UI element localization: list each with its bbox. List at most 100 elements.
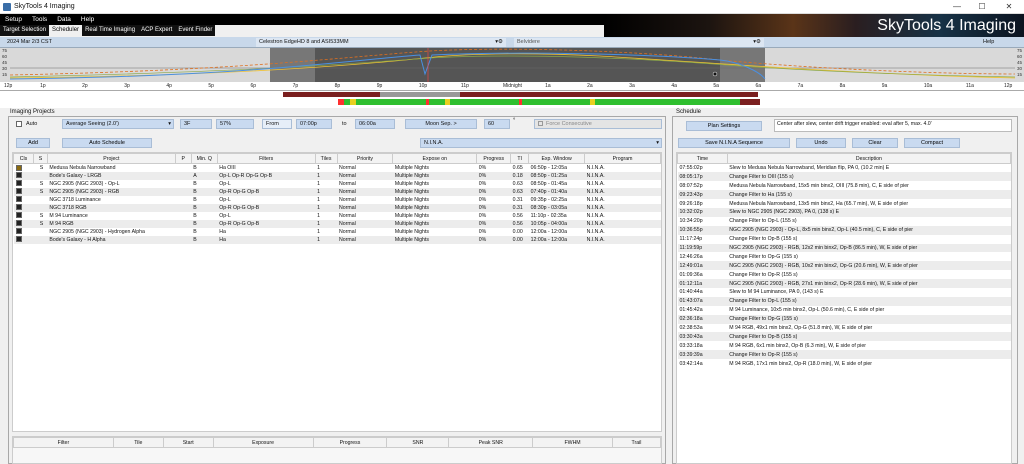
schedule-row[interactable]: 03:33:18a M 94 RGB, 6x1 min binx2, Op-B (… [678,341,1011,350]
program-select[interactable]: N.I.N.A. ▾ [420,138,662,148]
col-cls[interactable]: Cls [13,153,34,164]
schedule-row[interactable]: 11:19:59p NGC 2905 (NGC 2903) - RGB, 12x2… [677,243,1011,253]
schedule-row[interactable]: 01:12:11a NGC 2905 (NGC 2903) - RGB, 27x1… [677,279,1011,288]
col-s[interactable]: S [32,153,48,164]
col-exp-progress[interactable]: Progress [312,437,388,448]
minimize-button[interactable]: — [950,1,964,13]
moon-sep-input[interactable]: 60 [484,119,510,129]
col-tile[interactable]: Tile [112,437,164,448]
schedule-row[interactable]: 12:46:26a Change Filter to Op-G (155 s) [678,252,1011,261]
schedule-row[interactable]: 02:38:53a M 94 RGB, 49x1 min binx2, Op-G … [678,324,1011,333]
tab-real-time-imaging[interactable]: Real Time Imaging [82,25,139,36]
save-nina-sequence-button[interactable]: Save N.I.N.A Sequence [678,138,790,148]
col-description[interactable]: Description [726,153,1012,164]
project-name-cell: NGC 2905 (NGC 2903) - Hydrogen Alpha [49,228,145,235]
projects-table: Cls S Project P Min. Q Filters Tiles Pri… [13,153,661,244]
col-peak-snr[interactable]: Peak SNR [448,437,534,448]
schedule-row[interactable]: 02:36:18a Change Filter to Op-G (155 s) [677,314,1011,324]
help-button[interactable]: Help [980,38,1010,47]
p-cell [175,235,192,244]
project-row[interactable]: NGC 3718 RGB B Op-R Op-G Op-B 1 Normal Multip… [13,203,661,212]
schedule-row[interactable]: 12:49:01a NGC 2905 (NGC 2903) - RGB, 10x2… [677,261,1011,271]
force-consecutive-checkbox[interactable]: Force Consecutive [534,119,662,129]
tab-scheduler[interactable]: Scheduler [49,25,83,36]
project-row[interactable]: NGC 2905 (NGC 2903) - Hydrogen Alpha B Ha 1… [14,228,661,236]
date-selector[interactable]: 2024 Mar 2/3 CST [4,38,204,47]
schedule-row[interactable]: 03:30:43a Change Filter to Op-B (155 s) [677,332,1011,342]
add-button[interactable]: Add [16,138,50,148]
tab-target-selection[interactable]: Target Selection [0,25,50,36]
col-min-q[interactable]: Min. Q [190,153,218,164]
schedule-time-cell: 08:07:52p [679,182,703,189]
col-ti[interactable]: TI [510,153,530,164]
auto-schedule-button[interactable]: Auto Schedule [62,138,152,148]
schedule-row[interactable]: 09:26:18p Medusa Nebula Narrowband, 13x5 … [678,199,1011,208]
menu-setup[interactable]: Setup [0,14,27,23]
exp-window-cell: 11:10p - 02:35a [530,212,567,219]
quality-field[interactable]: 3F [180,119,212,129]
schedule-row[interactable]: 03:39:39a Change Filter to Op-R (155 s) [677,350,1011,360]
col-expose-on[interactable]: Expose on [392,153,478,164]
maximize-button[interactable]: ☐ [975,1,989,13]
schedule-row[interactable]: 08:07:52p Medusa Nebula Narrowband, 15x5 … [678,181,1011,190]
auto-checkbox[interactable] [16,121,22,127]
project-row[interactable]: S NGC 2905 (NGC 2903) - RGB B Op-R Op-G Op-… [13,187,661,196]
priority-cell: Normal [339,212,356,219]
col-fwhm[interactable]: FWHM [532,437,614,448]
menu-data[interactable]: Data [52,14,76,23]
project-row[interactable]: S M 94 Luminance B Op-L 1 Normal Multiple Nigh… [14,212,661,220]
col-start[interactable]: Start [162,437,214,448]
to-time-input[interactable]: 06:00a [355,119,395,129]
col-trail[interactable]: Trail [612,437,661,448]
col-time[interactable]: Time [677,153,728,164]
col-project[interactable]: Project [46,153,176,164]
col-p[interactable]: P [174,153,192,164]
scope-selector[interactable]: Celestron EdgeHD 8 and ASI533MM ▾⚙ [256,38,506,47]
close-button[interactable]: ✕ [1002,1,1016,13]
schedule-row[interactable]: 10:32:02p Slew to NGC 2905 (NGC 2903), PA… [677,207,1011,217]
col-filter[interactable]: Filter [13,437,114,448]
col-filters[interactable]: Filters [216,153,316,164]
col-exp-window[interactable]: Exp. Window [528,153,586,164]
project-row[interactable]: Bode's Galaxy - LRGB A Op-L Op-R Op-G Op-B… [13,171,661,180]
project-row[interactable]: NGC 3718 Luminance B Op-L 1 Normal Multiple N… [14,196,661,204]
seeing-select[interactable]: Average Seeing (2.0') ▾ [62,119,174,129]
schedule-row[interactable]: 01:45:42a M 94 Luminance, 10x5 min binx2,… [678,306,1011,315]
p-cell [175,164,191,172]
schedule-row[interactable]: 11:17:24p Change Filter to Op-B (155 s) [678,235,1011,244]
col-tiles[interactable]: Tiles [314,153,338,164]
percent-field[interactable]: 57% [216,119,254,129]
site-selector[interactable]: Belvidere ▾⚙ [514,38,764,47]
schedule-row[interactable]: 03:42:14a M 94 RGB, 17x1 min binx2, Op-R … [678,359,1011,368]
p-cell [175,219,192,228]
menu-tools[interactable]: Tools [27,14,52,23]
from-time-input[interactable]: 07:00p [296,119,332,129]
schedule-row[interactable]: 09:23:43p Change Filter to Ha (155 s) [677,190,1011,200]
filters-cell: Op-R Op-G Op-B [217,219,316,228]
compact-button[interactable]: Compact [904,138,960,148]
col-program[interactable]: Program [584,153,661,164]
undo-button[interactable]: Undo [796,138,846,148]
project-row[interactable]: Bode's Galaxy - H Alpha B Ha 1 Normal Multipl… [13,235,661,244]
schedule-row[interactable]: 10:36:55p NGC 2905 (NGC 2903) - Op-L, 8x5… [677,225,1011,235]
schedule-row[interactable]: 01:09:36a Change Filter to Op-R (155 s) [678,270,1011,279]
col-exposure[interactable]: Exposure [212,437,314,448]
col-progress[interactable]: Progress [476,153,512,164]
project-row[interactable]: S NGC 2905 (NGC 2903) - Op-L B Op-L 1 Normal M… [14,180,661,188]
col-priority[interactable]: Priority [336,153,394,164]
plan-settings-button[interactable]: Plan Settings [686,121,762,131]
schedule-row[interactable]: 07:55:02p Slew to Medusa Nebula Narrowban… [678,164,1011,173]
project-row[interactable]: S Medusa Nebula Narrowband B Ha OIII 1 Normal… [14,164,661,172]
schedule-row[interactable]: 01:43:07a Change Filter to Op-L (155 s) [677,296,1011,306]
project-row[interactable]: SM 94 RGB B Op-R Op-G Op-B 1 Normal Multiple … [13,219,661,228]
clear-button[interactable]: Clear [852,138,898,148]
ti-cell: 0.00 [510,235,529,244]
menu-help[interactable]: Help [76,14,99,23]
schedule-row[interactable]: 08:05:17p Change Filter to OIII (155 s) [677,172,1011,182]
chevron-down-icon: ▾ [656,140,659,146]
tab-acp-expert[interactable]: ACP Expert [138,25,176,36]
col-snr[interactable]: SNR [386,437,450,448]
schedule-row[interactable]: 01:40:44a Slew to M 94 Luminance, PA 0, (… [678,288,1011,297]
tab-event-finder[interactable]: Event Finder [175,25,216,36]
schedule-row[interactable]: 10:34:20p Change Filter to Op-L (155 s) [678,217,1011,226]
